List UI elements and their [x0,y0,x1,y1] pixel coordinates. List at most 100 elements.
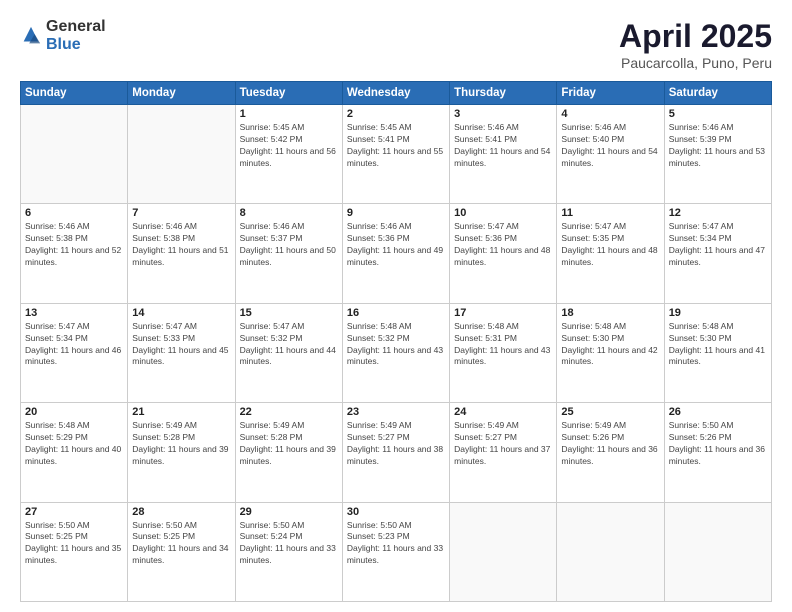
day-info: Sunrise: 5:46 AM Sunset: 5:37 PM Dayligh… [240,221,338,269]
day-number: 30 [347,506,445,518]
day-number: 17 [454,307,552,319]
calendar-cell: 3 Sunrise: 5:46 AM Sunset: 5:41 PM Daylig… [450,105,557,204]
day-number: 26 [669,406,767,418]
day-info: Sunrise: 5:48 AM Sunset: 5:30 PM Dayligh… [561,321,659,369]
day-info: Sunrise: 5:50 AM Sunset: 5:23 PM Dayligh… [347,520,445,568]
calendar-cell: 5 Sunrise: 5:46 AM Sunset: 5:39 PM Daylig… [664,105,771,204]
calendar-cell: 4 Sunrise: 5:46 AM Sunset: 5:40 PM Daylig… [557,105,664,204]
day-info: Sunrise: 5:49 AM Sunset: 5:27 PM Dayligh… [454,420,552,468]
day-number: 22 [240,406,338,418]
calendar-cell: 22Sunrise: 5:49 AM Sunset: 5:28 PM Dayli… [235,403,342,502]
day-number: 11 [561,207,659,219]
day-info: Sunrise: 5:50 AM Sunset: 5:24 PM Dayligh… [240,520,338,568]
day-info: Sunrise: 5:46 AM Sunset: 5:36 PM Dayligh… [347,221,445,269]
day-number: 24 [454,406,552,418]
calendar-table: Sunday Monday Tuesday Wednesday Thursday… [20,81,772,602]
calendar-cell: 16 Sunrise: 5:48 AM Sunset: 5:32 PM Dayli… [342,303,449,402]
title-location: Paucarcolla, Puno, Peru [619,55,772,71]
calendar-cell: 28 Sunrise: 5:50 AM Sunset: 5:25 PM Dayli… [128,502,235,601]
calendar-week-5: 27 Sunrise: 5:50 AM Sunset: 5:25 PM Dayli… [21,502,772,601]
calendar-cell: 20 Sunrise: 5:48 AM Sunset: 5:29 PM Dayli… [21,403,128,502]
day-info: Sunrise: 5:47 AM Sunset: 5:35 PM Dayligh… [561,221,659,269]
calendar-cell: 18 Sunrise: 5:48 AM Sunset: 5:30 PM Dayli… [557,303,664,402]
calendar-cell [664,502,771,601]
day-number: 23 [347,406,445,418]
logo-text: General Blue [46,18,106,54]
calendar-cell: 2Sunrise: 5:45 AM Sunset: 5:41 PM Daylig… [342,105,449,204]
calendar-week-2: 6 Sunrise: 5:46 AM Sunset: 5:38 PM Daylig… [21,204,772,303]
calendar-week-3: 13 Sunrise: 5:47 AM Sunset: 5:34 PM Dayli… [21,303,772,402]
logo-general: General [46,18,106,35]
calendar-cell: 6 Sunrise: 5:46 AM Sunset: 5:38 PM Daylig… [21,204,128,303]
calendar-cell: 19Sunrise: 5:48 AM Sunset: 5:30 PM Dayli… [664,303,771,402]
day-info: Sunrise: 5:50 AM Sunset: 5:25 PM Dayligh… [132,520,230,568]
weekday-header-row: Sunday Monday Tuesday Wednesday Thursday… [21,82,772,105]
day-info: Sunrise: 5:47 AM Sunset: 5:32 PM Dayligh… [240,321,338,369]
day-info: Sunrise: 5:45 AM Sunset: 5:42 PM Dayligh… [240,122,338,170]
calendar-cell: 29 Sunrise: 5:50 AM Sunset: 5:24 PM Dayli… [235,502,342,601]
header-thursday: Thursday [450,82,557,105]
title-month: April 2025 [619,18,772,55]
calendar-cell: 30 Sunrise: 5:50 AM Sunset: 5:23 PM Dayli… [342,502,449,601]
day-number: 4 [561,108,659,120]
day-number: 10 [454,207,552,219]
calendar-cell: 11 Sunrise: 5:47 AM Sunset: 5:35 PM Dayli… [557,204,664,303]
calendar-cell: 13 Sunrise: 5:47 AM Sunset: 5:34 PM Dayli… [21,303,128,402]
calendar-cell: 7 Sunrise: 5:46 AM Sunset: 5:38 PM Daylig… [128,204,235,303]
day-info: Sunrise: 5:48 AM Sunset: 5:32 PM Dayligh… [347,321,445,369]
calendar-cell [128,105,235,204]
day-info: Sunrise: 5:46 AM Sunset: 5:40 PM Dayligh… [561,122,659,170]
calendar-cell: 15 Sunrise: 5:47 AM Sunset: 5:32 PM Dayli… [235,303,342,402]
day-number: 3 [454,108,552,120]
day-info: Sunrise: 5:48 AM Sunset: 5:29 PM Dayligh… [25,420,123,468]
header: General Blue April 2025 Paucarcolla, Pun… [20,18,772,71]
day-info: Sunrise: 5:49 AM Sunset: 5:28 PM Dayligh… [132,420,230,468]
day-number: 18 [561,307,659,319]
header-tuesday: Tuesday [235,82,342,105]
calendar-cell: 21Sunrise: 5:49 AM Sunset: 5:28 PM Dayli… [128,403,235,502]
day-number: 5 [669,108,767,120]
day-info: Sunrise: 5:50 AM Sunset: 5:25 PM Dayligh… [25,520,123,568]
calendar-cell: 14Sunrise: 5:47 AM Sunset: 5:33 PM Dayli… [128,303,235,402]
day-info: Sunrise: 5:47 AM Sunset: 5:34 PM Dayligh… [25,321,123,369]
page: General Blue April 2025 Paucarcolla, Pun… [0,0,792,612]
header-saturday: Saturday [664,82,771,105]
day-info: Sunrise: 5:46 AM Sunset: 5:38 PM Dayligh… [25,221,123,269]
day-info: Sunrise: 5:45 AM Sunset: 5:41 PM Dayligh… [347,122,445,170]
calendar-cell [450,502,557,601]
day-number: 7 [132,207,230,219]
day-number: 20 [25,406,123,418]
day-number: 15 [240,307,338,319]
header-monday: Monday [128,82,235,105]
day-number: 13 [25,307,123,319]
day-number: 1 [240,108,338,120]
calendar-cell: 17 Sunrise: 5:48 AM Sunset: 5:31 PM Dayli… [450,303,557,402]
day-info: Sunrise: 5:49 AM Sunset: 5:26 PM Dayligh… [561,420,659,468]
day-info: Sunrise: 5:47 AM Sunset: 5:34 PM Dayligh… [669,221,767,269]
day-number: 12 [669,207,767,219]
calendar-cell: 24 Sunrise: 5:49 AM Sunset: 5:27 PM Dayli… [450,403,557,502]
day-info: Sunrise: 5:46 AM Sunset: 5:39 PM Dayligh… [669,122,767,170]
calendar-cell: 27 Sunrise: 5:50 AM Sunset: 5:25 PM Dayli… [21,502,128,601]
day-info: Sunrise: 5:49 AM Sunset: 5:27 PM Dayligh… [347,420,445,468]
day-number: 25 [561,406,659,418]
day-info: Sunrise: 5:50 AM Sunset: 5:26 PM Dayligh… [669,420,767,468]
day-number: 27 [25,506,123,518]
logo: General Blue [20,18,106,54]
calendar-cell [557,502,664,601]
calendar-cell [21,105,128,204]
calendar-cell: 12 Sunrise: 5:47 AM Sunset: 5:34 PM Dayli… [664,204,771,303]
day-number: 29 [240,506,338,518]
day-info: Sunrise: 5:46 AM Sunset: 5:38 PM Dayligh… [132,221,230,269]
day-info: Sunrise: 5:48 AM Sunset: 5:31 PM Dayligh… [454,321,552,369]
day-info: Sunrise: 5:46 AM Sunset: 5:41 PM Dayligh… [454,122,552,170]
day-number: 6 [25,207,123,219]
calendar-cell: 25 Sunrise: 5:49 AM Sunset: 5:26 PM Dayli… [557,403,664,502]
header-sunday: Sunday [21,82,128,105]
day-info: Sunrise: 5:48 AM Sunset: 5:30 PM Dayligh… [669,321,767,369]
day-number: 16 [347,307,445,319]
header-wednesday: Wednesday [342,82,449,105]
day-info: Sunrise: 5:47 AM Sunset: 5:33 PM Dayligh… [132,321,230,369]
day-number: 8 [240,207,338,219]
day-number: 28 [132,506,230,518]
